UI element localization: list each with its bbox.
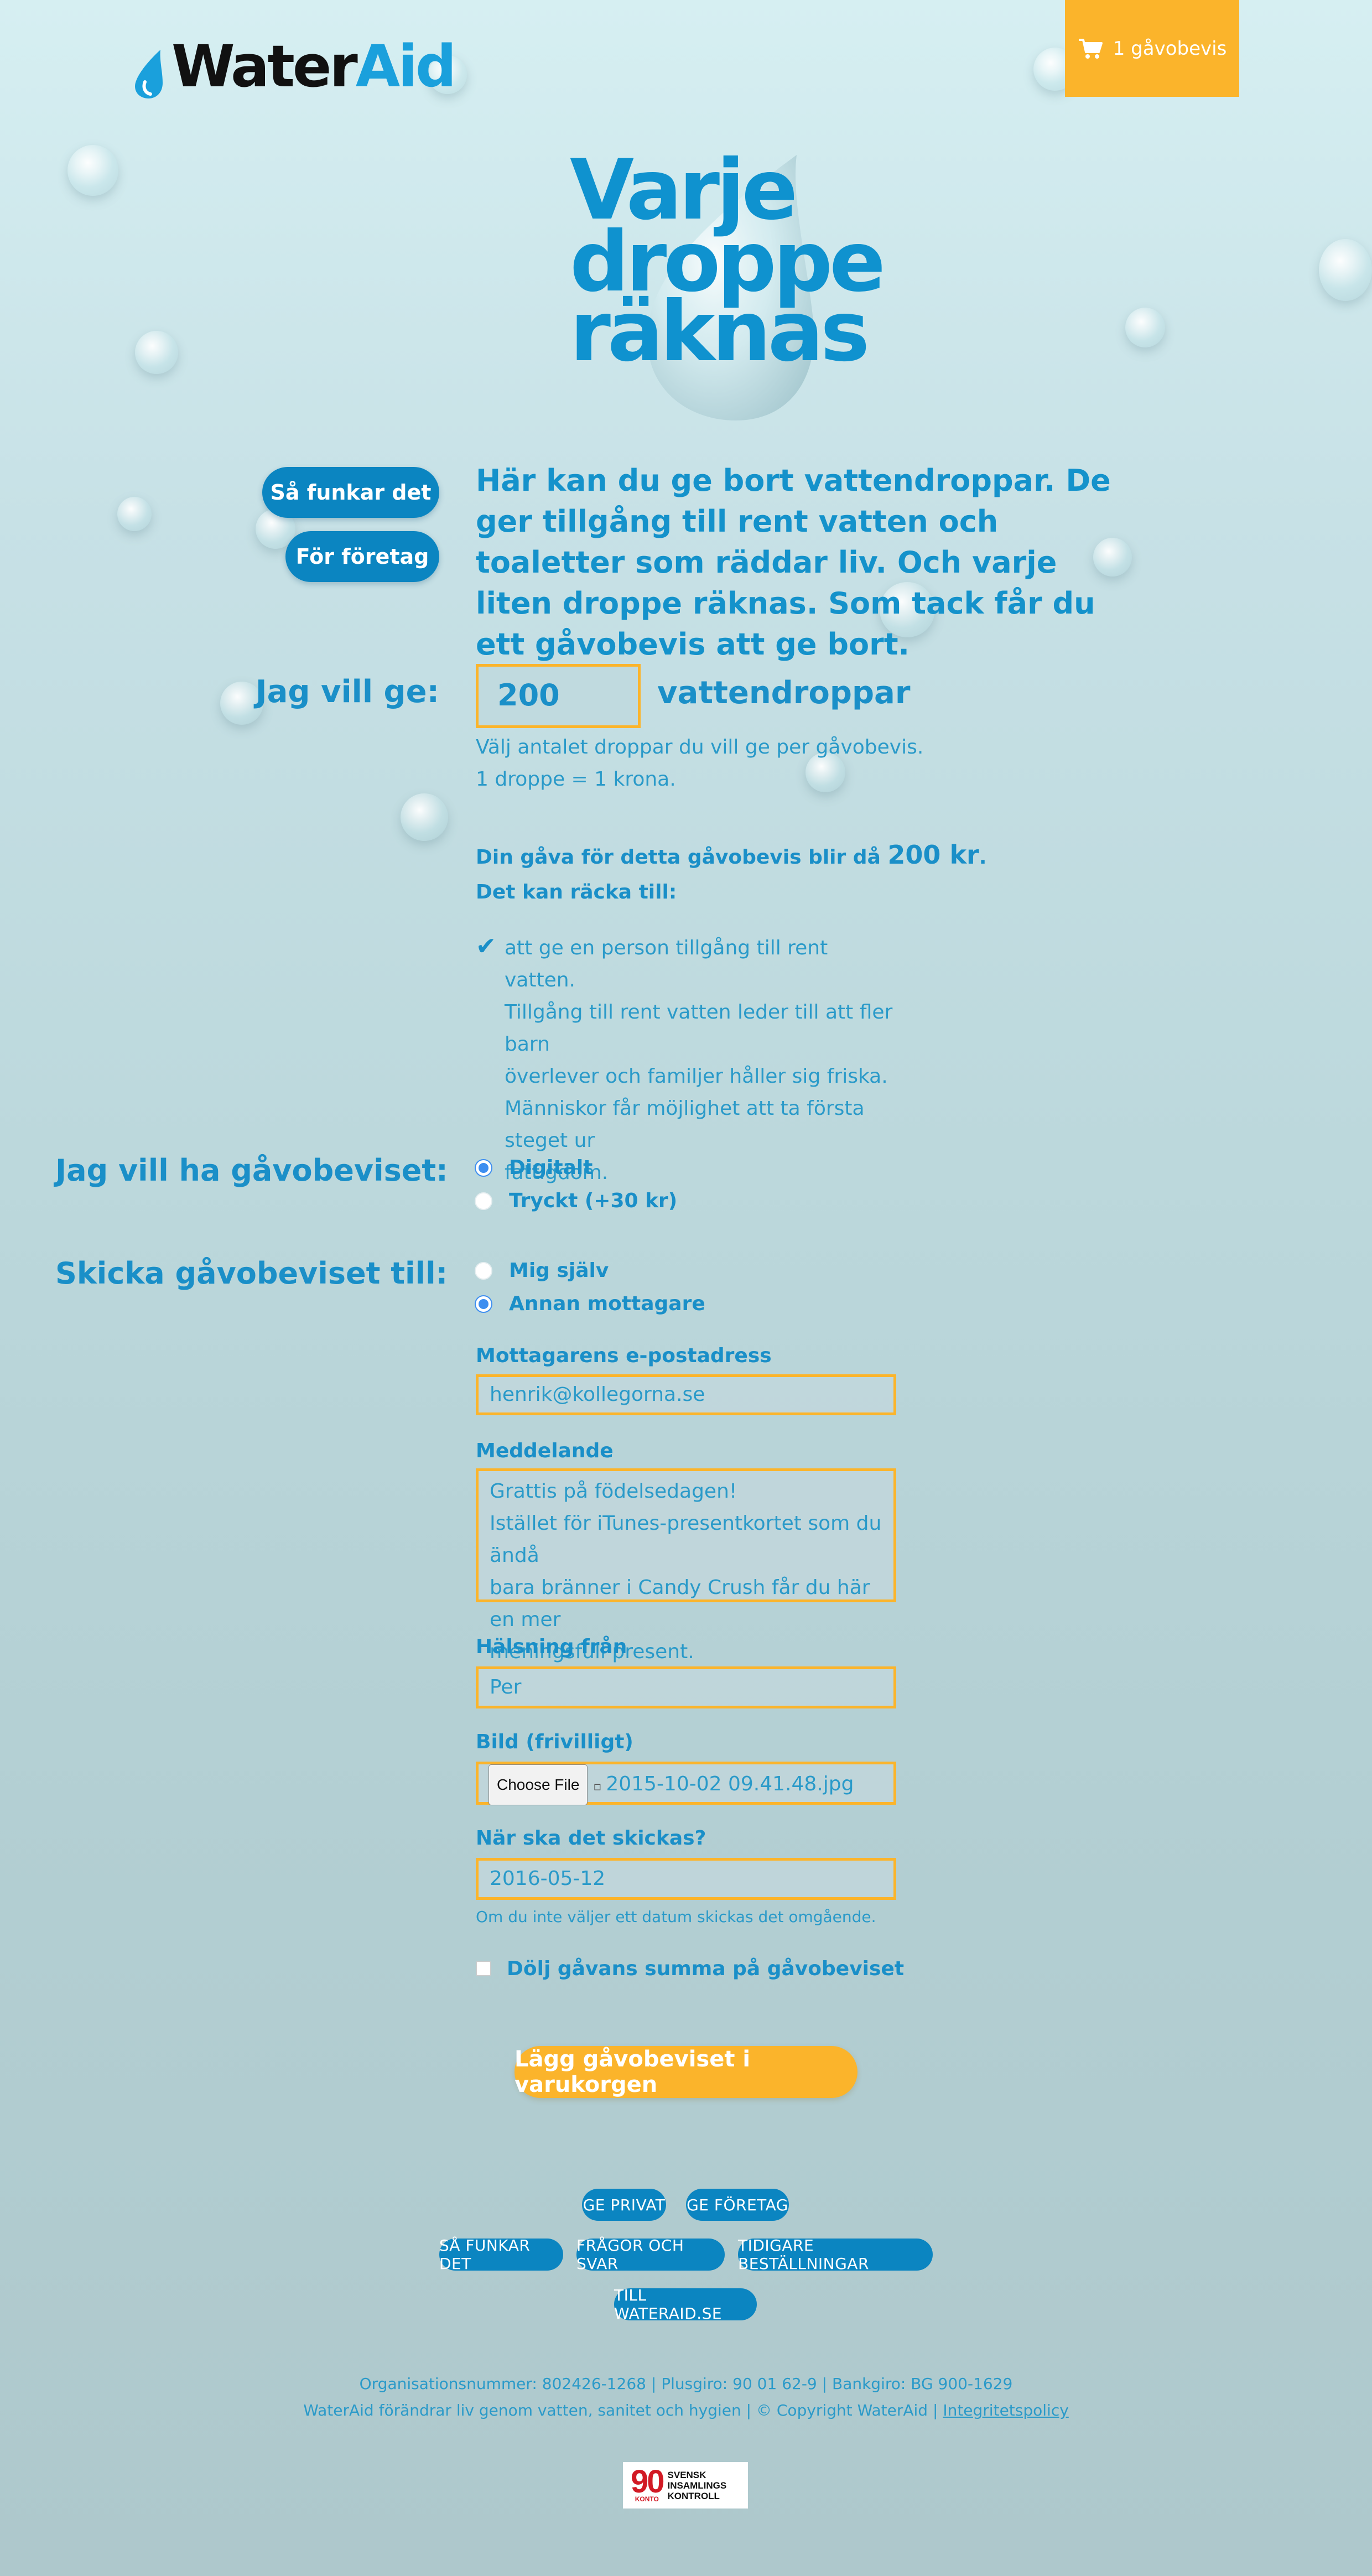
- benefit-line: överlever och familjer håller sig friska…: [505, 1065, 888, 1088]
- message-line: Istället för iTunes-presentkortet som du…: [490, 1512, 882, 1567]
- badge-line: INSAMLINGS: [667, 2480, 727, 2491]
- wateraid-logo[interactable]: WaterAid: [133, 33, 456, 100]
- background-droplet: [1125, 308, 1165, 347]
- image-file-field[interactable]: Choose File ▫ 2015-10-02 09.41.48.jpg: [476, 1762, 896, 1805]
- amount-hint-line: 1 droppe = 1 krona.: [476, 768, 676, 791]
- message-line: Grattis på födelsedagen!: [490, 1480, 737, 1503]
- footer-tagline: WaterAid förändrar liv genom vatten, san…: [0, 2401, 1372, 2419]
- radio-selected-icon[interactable]: [475, 1295, 492, 1313]
- file-name: 2015-10-02 09.41.48.jpg: [606, 1773, 854, 1795]
- footer-link-give-company[interactable]: GE FÖRETAG: [686, 2189, 789, 2221]
- email-field[interactable]: henrik@kollegorna.se: [476, 1374, 896, 1415]
- radio-label: Digitalt: [509, 1156, 593, 1179]
- benefit-line: Tillgång till rent vatten leder till att…: [505, 1001, 893, 1056]
- checkmark-icon: ✔: [476, 932, 496, 960]
- gift-summary: Din gåva för detta gåvobevis blir då 200…: [476, 840, 986, 870]
- amount-unit: vattendroppar: [657, 675, 911, 711]
- gift-summary-amount: 200 kr: [887, 840, 979, 870]
- image-label: Bild (frivilligt): [476, 1731, 633, 1753]
- intro-text: Här kan du ge bort vattendroppar. De ger…: [476, 463, 1111, 662]
- cart-icon: [1078, 38, 1103, 59]
- radio-label: Mig själv: [509, 1259, 609, 1282]
- greeting-label: Hälsning från: [476, 1635, 627, 1658]
- radio-label: Tryckt (+30 kr): [509, 1190, 678, 1212]
- amount-input[interactable]: 200: [476, 664, 641, 728]
- choose-file-button[interactable]: Choose File: [488, 1764, 588, 1805]
- give-label: Jag vill ge:: [255, 674, 439, 710]
- send-to-option-self[interactable]: Mig själv: [475, 1259, 609, 1282]
- benefit-line: Människor får möjlighet att ta första st…: [505, 1097, 865, 1152]
- gift-summary-prefix: Din gåva för detta gåvobevis blir då: [476, 846, 888, 869]
- cart-label: 1 gåvobevis: [1113, 37, 1227, 60]
- logo-drop-icon: [135, 50, 163, 98]
- radio-label: Annan mottagare: [509, 1292, 705, 1315]
- footer-link-how-it-works[interactable]: SÅ FUNKAR DET: [439, 2236, 563, 2273]
- greeting-field[interactable]: Per: [476, 1666, 896, 1708]
- hero-title: Varje droppe räknas: [570, 149, 886, 420]
- benefit-line: att ge en person tillgång till rent vatt…: [505, 937, 828, 991]
- can-cover-label: Det kan räcka till:: [476, 881, 677, 903]
- badge-line: SVENSK: [667, 2469, 706, 2480]
- background-droplet: [401, 793, 448, 841]
- badge-number: 90: [631, 2464, 664, 2500]
- background-droplet: [135, 331, 178, 374]
- background-droplet: [117, 497, 152, 531]
- hide-amount-checkbox[interactable]: [476, 1961, 491, 1976]
- logo-text: WaterAid: [172, 33, 457, 100]
- radio-selected-icon[interactable]: [475, 1159, 492, 1177]
- for-companies-button[interactable]: För företag: [285, 531, 439, 582]
- hide-amount-label[interactable]: Dölj gåvans summa på gåvobeviset: [507, 1957, 904, 1980]
- radio-icon[interactable]: [475, 1261, 492, 1280]
- badge-konto: KONTO: [635, 2495, 659, 2503]
- file-thumbnail-icon: ▫: [593, 1780, 602, 1794]
- tagline-text: WaterAid förändrar liv genom vatten, san…: [303, 2401, 943, 2419]
- background-droplet: [67, 145, 118, 196]
- logo-aid-text: Aid: [355, 33, 457, 100]
- logo-water-text: Water: [172, 33, 358, 100]
- hero-line-3: räknas: [570, 284, 870, 380]
- badge-number-block: 90 KONTO: [631, 2464, 664, 2503]
- footer-link-faq[interactable]: FRÅGOR OCH SVAR: [576, 2236, 725, 2273]
- footer-link-give-private[interactable]: GE PRIVAT: [582, 2189, 666, 2221]
- send-to-option-other[interactable]: Annan mottagare: [475, 1292, 705, 1315]
- gift-summary-suffix: .: [979, 846, 987, 869]
- date-label: När ska det skickas?: [476, 1827, 706, 1850]
- add-to-cart-button[interactable]: Lägg gåvobeviset i varukorgen: [514, 2046, 858, 2098]
- badge-text: SVENSK INSAMLINGS KONTROLL: [668, 2470, 727, 2501]
- date-note: Om du inte väljer ett datum skickas det …: [476, 1908, 876, 1926]
- message-label: Meddelande: [476, 1440, 614, 1462]
- background-droplet: [1319, 239, 1372, 301]
- amount-hint: Välj antalet droppar du vill ge per gåvo…: [476, 731, 923, 796]
- org-info: Organisationsnummer: 802426-1268 | Plusg…: [359, 2375, 1013, 2393]
- message-line: bara bränner i Candy Crush får du här en…: [490, 1576, 870, 1631]
- format-option-printed[interactable]: Tryckt (+30 kr): [475, 1190, 677, 1212]
- format-option-digital[interactable]: Digitalt: [475, 1156, 593, 1179]
- footer-link-wateraid-site[interactable]: TILL WATERAID.SE: [614, 2286, 757, 2323]
- privacy-policy-link[interactable]: Integritetspolicy: [943, 2401, 1068, 2419]
- send-to-label: Skicka gåvobeviset till:: [55, 1256, 448, 1291]
- svensk-insamlingskontroll-badge[interactable]: 90 KONTO SVENSK INSAMLINGS KONTROLL: [623, 2462, 748, 2509]
- date-field[interactable]: 2016-05-12: [476, 1858, 896, 1900]
- how-it-works-button[interactable]: Så funkar det: [262, 467, 439, 518]
- radio-icon[interactable]: [475, 1192, 492, 1210]
- badge-line: KONTROLL: [667, 2490, 720, 2501]
- footer-link-previous-orders[interactable]: TIDIGARE BESTÄLLNINGAR: [738, 2236, 933, 2273]
- cart-button[interactable]: 1 gåvobevis: [1065, 0, 1239, 97]
- benefit-text: att ge en person tillgång till rent vatt…: [505, 932, 903, 1189]
- amount-hint-line: Välj antalet droppar du vill ge per gåvo…: [476, 736, 924, 759]
- format-label: Jag vill ha gåvobeviset:: [55, 1153, 448, 1188]
- email-label: Mottagarens e-postadress: [476, 1344, 772, 1367]
- message-field[interactable]: Grattis på födelsedagen! Istället för iT…: [476, 1468, 896, 1663]
